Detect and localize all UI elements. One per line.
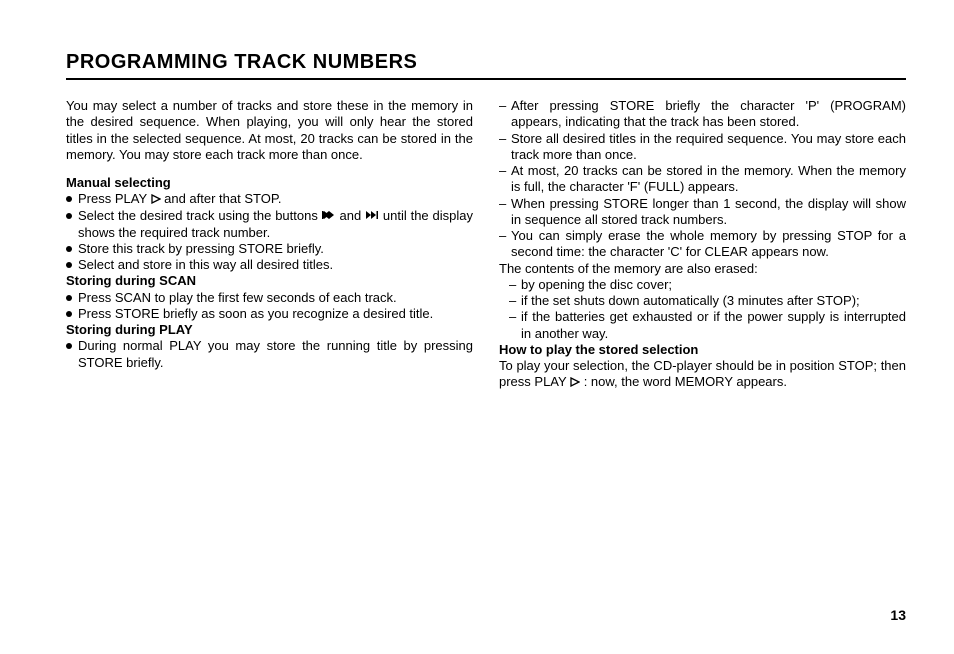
erase-item-3: if the batteries get exhausted or if the… <box>499 309 906 342</box>
manual-selecting-heading: Manual selecting <box>66 175 473 191</box>
right-item-4: When pressing STORE longer than 1 second… <box>499 196 906 229</box>
text: : now, the word MEMORY appears. <box>584 374 787 389</box>
right-item-1: After pressing STORE briefly the charact… <box>499 98 906 131</box>
howto-text: To play your selection, the CD-player sh… <box>499 358 906 391</box>
erase-item-1: by opening the disc cover; <box>499 277 906 293</box>
play-step-1: During normal PLAY you may store the run… <box>66 338 473 371</box>
text: Select the desired track using the butto… <box>78 208 322 223</box>
columns: You may select a number of tracks and st… <box>66 98 906 391</box>
prev-track-icon <box>322 208 336 224</box>
document-page: { "title": "PROGRAMMING TRACK NUMBERS", … <box>0 0 954 654</box>
right-item-3: At most, 20 tracks can be stored in the … <box>499 163 906 196</box>
page-number: 13 <box>890 607 906 625</box>
right-item-2: Store all desired titles in the required… <box>499 131 906 164</box>
right-column: After pressing STORE briefly the charact… <box>499 98 906 391</box>
scan-step-1: Press SCAN to play the first few seconds… <box>66 290 473 306</box>
text: and <box>340 208 366 223</box>
next-track-icon <box>365 208 379 224</box>
play-icon <box>151 192 161 208</box>
manual-step-4: Select and store in this way all desired… <box>66 257 473 273</box>
manual-step-1: Press PLAY and after that STOP. <box>66 191 473 208</box>
page-title: PROGRAMMING TRACK NUMBERS <box>66 50 906 80</box>
intro-paragraph: You may select a number of tracks and st… <box>66 98 473 163</box>
erase-item-2: if the set shuts down automatically (3 m… <box>499 293 906 309</box>
play-icon <box>570 375 580 391</box>
storing-play-heading: Storing during PLAY <box>66 322 473 338</box>
erase-intro: The contents of the memory are also eras… <box>499 261 906 277</box>
scan-step-2: Press STORE briefly as soon as you recog… <box>66 306 473 322</box>
text: and after that STOP. <box>164 191 281 206</box>
left-column: You may select a number of tracks and st… <box>66 98 473 391</box>
manual-step-3: Store this track by pressing STORE brief… <box>66 241 473 257</box>
storing-scan-heading: Storing during SCAN <box>66 273 473 289</box>
manual-step-2: Select the desired track using the butto… <box>66 208 473 241</box>
right-item-5: You can simply erase the whole memory by… <box>499 228 906 261</box>
howto-heading: How to play the stored selection <box>499 342 906 358</box>
text: Press PLAY <box>78 191 151 206</box>
